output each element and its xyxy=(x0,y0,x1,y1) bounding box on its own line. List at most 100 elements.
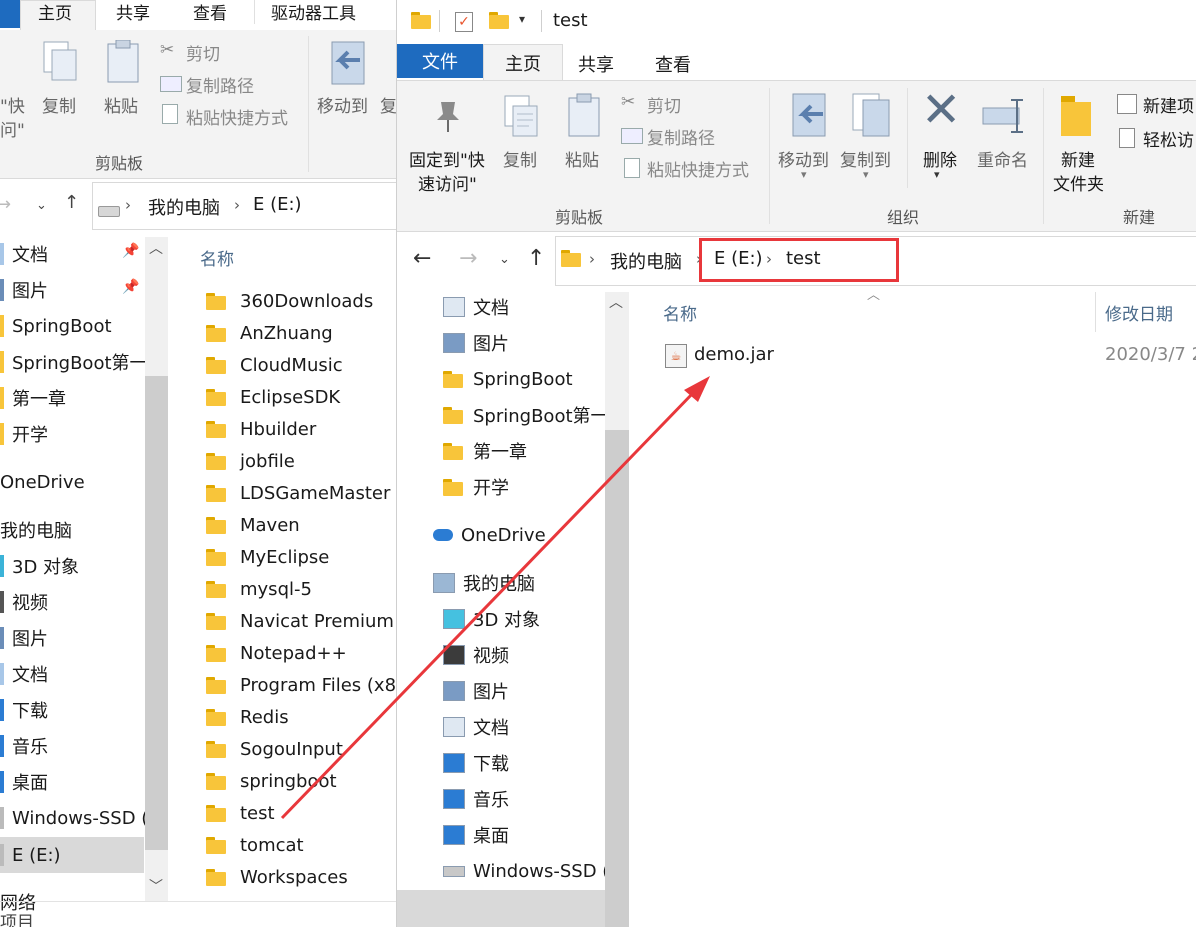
back-pin-icon-2[interactable]: 📌 xyxy=(122,279,139,295)
tab-home[interactable]: 主页 xyxy=(483,44,563,81)
back-nav-school[interactable]: 开学 xyxy=(0,417,48,451)
chevron-right-icon[interactable]: › xyxy=(589,250,595,268)
back-folder-row[interactable]: 360Downloads xyxy=(206,285,373,317)
back-arrow-icon[interactable]: ← xyxy=(413,246,431,271)
back-paste-shortcut-button[interactable]: 粘贴快捷方式 xyxy=(186,104,288,129)
back-copy-icon[interactable] xyxy=(40,40,80,84)
back-folder-row[interactable]: SogouInput xyxy=(206,733,343,765)
back-nav-this-pc[interactable]: 我的电脑 xyxy=(0,513,72,547)
back-move-to-button[interactable]: 移动到 xyxy=(317,92,368,117)
back-nav-windows-ssd[interactable]: Windows-SSD ( xyxy=(0,801,148,835)
back-folder-row[interactable]: springboot xyxy=(206,765,337,797)
back-folder-row[interactable]: tomcat xyxy=(206,829,304,861)
back-nav-chapter1[interactable]: 第一章 xyxy=(0,381,66,415)
scroll-down-icon[interactable]: ﹀ xyxy=(149,876,163,896)
nav-item[interactable]: 开学 xyxy=(443,470,509,504)
new-item-button[interactable]: 新建项 xyxy=(1143,92,1194,117)
new-folder-quick-icon[interactable] xyxy=(489,12,509,34)
scissors-icon[interactable]: ✂ xyxy=(621,92,635,112)
pin-quick-access-button[interactable]: 固定到"快 xyxy=(409,146,485,171)
paste-icon[interactable] xyxy=(565,92,605,140)
nav-item[interactable]: Windows-SSD ( xyxy=(443,854,609,888)
nav-item[interactable]: 我的电脑 xyxy=(433,566,535,600)
back-folder-row[interactable]: Program Files (x86) xyxy=(206,669,396,701)
back-file-tab-edge[interactable] xyxy=(0,0,20,28)
back-nav-downloads[interactable]: 下载 xyxy=(0,693,48,727)
back-move-to-icon[interactable] xyxy=(324,40,374,88)
quick-access-folder-icon[interactable] xyxy=(411,12,431,34)
back-nav-pictures-2[interactable]: 图片 xyxy=(0,621,48,655)
back-nav-video[interactable]: 视频 xyxy=(0,585,48,619)
rename-icon[interactable] xyxy=(981,96,1027,136)
move-to-icon[interactable] xyxy=(785,92,835,140)
paste-shortcut-button[interactable]: 粘贴快捷方式 xyxy=(647,156,749,181)
nav-item[interactable]: 图片 xyxy=(443,326,509,360)
back-nav-music[interactable]: 音乐 xyxy=(0,729,48,763)
delete-x-icon[interactable]: ✕ xyxy=(921,86,961,134)
back-nav-desktop[interactable]: 桌面 xyxy=(0,765,48,799)
new-folder-icon[interactable] xyxy=(1059,92,1095,138)
back-nav-docs-2[interactable]: 文档 xyxy=(0,657,48,691)
back-breadcrumb-pc[interactable]: 我的电脑 xyxy=(148,194,220,220)
quick-access-dropdown-icon[interactable]: ▾ xyxy=(519,12,525,26)
back-nav-scrollbar-thumb[interactable] xyxy=(145,376,168,850)
nav-item[interactable]: 文档 xyxy=(443,710,509,744)
back-column-name[interactable]: 名称 xyxy=(200,245,234,270)
move-to-dropdown-icon[interactable]: ▾ xyxy=(801,168,807,181)
back-forward-icon[interactable]: → xyxy=(0,194,11,215)
back-nav-onedrive[interactable]: OneDrive xyxy=(0,465,85,499)
nav-item[interactable]: 第一章 xyxy=(443,434,527,468)
delete-dropdown-icon[interactable]: ▾ xyxy=(934,168,940,181)
back-tab-drive-tools[interactable]: 驱动器工具 xyxy=(271,0,356,24)
back-folder-row[interactable]: Maven xyxy=(206,509,300,541)
tab-file[interactable]: 文件 xyxy=(397,44,483,78)
breadcrumb-pc[interactable]: 我的电脑 xyxy=(610,248,682,274)
nav-item[interactable]: 下载 xyxy=(443,746,509,780)
back-recent-icon[interactable]: ⌄ xyxy=(36,198,47,213)
back-paste-icon[interactable] xyxy=(104,40,144,86)
back-folder-row[interactable]: AnZhuang xyxy=(206,317,333,349)
back-folder-row[interactable]: jobfile xyxy=(206,445,295,477)
cut-button[interactable]: 剪切 xyxy=(647,92,681,117)
copy-button[interactable]: 复制 xyxy=(503,146,537,171)
scroll-up-icon[interactable]: ︿ xyxy=(149,238,163,258)
back-folder-row[interactable]: CloudMusic xyxy=(206,349,343,381)
back-folder-row[interactable]: MyEclipse xyxy=(206,541,329,573)
back-tab-view[interactable]: 查看 xyxy=(193,0,227,24)
back-address-bar[interactable] xyxy=(92,182,396,230)
back-copy-to-button[interactable]: 复 xyxy=(380,92,396,117)
back-folder-row[interactable]: Notepad++ xyxy=(206,637,347,669)
back-cut-button[interactable]: 剪切 xyxy=(186,40,220,65)
back-nav-pictures[interactable]: 图片 xyxy=(0,273,48,307)
copy-icon[interactable] xyxy=(501,94,541,140)
nav-item[interactable]: 文档 xyxy=(443,290,509,324)
nav-item[interactable]: OneDrive xyxy=(433,518,546,552)
copy-to-icon[interactable] xyxy=(849,92,895,140)
pin-icon[interactable] xyxy=(431,98,465,134)
back-copy-button[interactable]: 复制 xyxy=(42,92,76,117)
back-nav-3d[interactable]: 3D 对象 xyxy=(0,549,79,583)
back-folder-row[interactable]: mysql-5 xyxy=(206,573,312,605)
back-nav-docs[interactable]: 文档 xyxy=(0,237,48,271)
back-nav-springboot[interactable]: SpringBoot xyxy=(0,309,112,343)
recent-locations-icon[interactable]: ⌄ xyxy=(499,252,510,267)
copy-to-dropdown-icon[interactable]: ▾ xyxy=(863,168,869,181)
back-tab-share[interactable]: 共享 xyxy=(116,0,150,24)
nav-item[interactable]: 图片 xyxy=(443,674,509,708)
up-arrow-icon[interactable]: ↑ xyxy=(527,246,545,271)
delete-button[interactable]: 删除 xyxy=(923,146,957,171)
nav-item[interactable]: 音乐 xyxy=(443,782,509,816)
properties-check-icon[interactable]: ✓ xyxy=(455,12,473,32)
column-name-header[interactable]: 名称 xyxy=(663,300,697,325)
scroll-up-icon[interactable]: ︿ xyxy=(609,292,623,312)
tab-share[interactable]: 共享 xyxy=(578,51,614,77)
nav-item[interactable]: SpringBoot xyxy=(443,362,573,396)
nav-item[interactable]: 桌面 xyxy=(443,818,509,852)
back-nav-springboot-1[interactable]: SpringBoot第一 xyxy=(0,345,148,379)
back-nav-e-drive[interactable]: E (E:) xyxy=(0,838,61,872)
column-modified-header[interactable]: 修改日期 xyxy=(1105,300,1173,325)
back-folder-row[interactable]: Redis xyxy=(206,701,289,733)
nav-item[interactable]: SpringBoot第一 xyxy=(443,398,609,432)
nav-item[interactable]: 视频 xyxy=(443,638,509,672)
back-pin-icon[interactable]: 📌 xyxy=(122,243,139,259)
